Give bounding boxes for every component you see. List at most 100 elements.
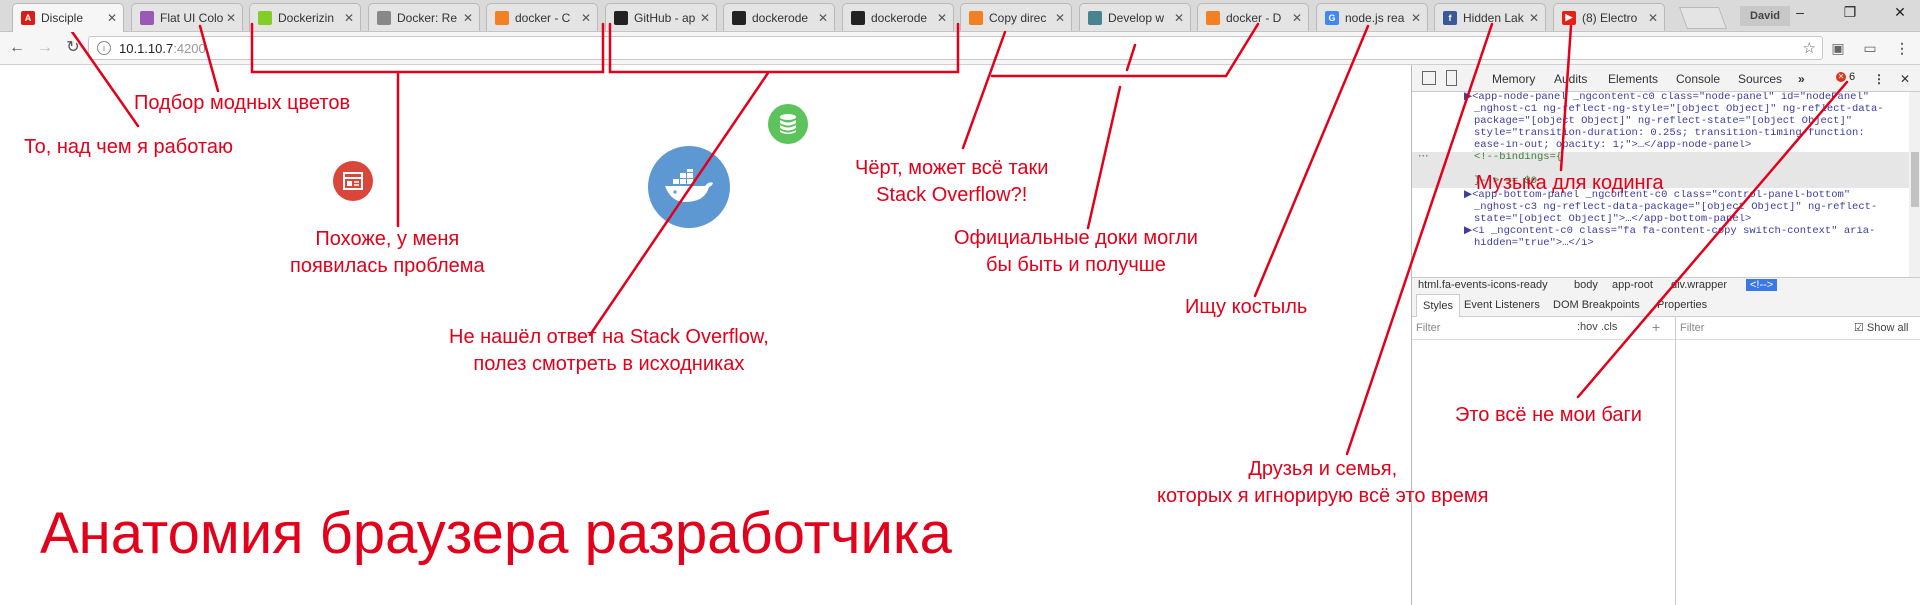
breadcrumb-html[interactable]: html.fa-events-icons-ready xyxy=(1418,279,1548,291)
github-icon xyxy=(851,10,865,25)
app-window-icon[interactable] xyxy=(333,161,373,201)
breadcrumb-app-root[interactable]: app-root xyxy=(1612,279,1653,291)
browser-tab[interactable]: docker - D ✕ xyxy=(1197,3,1309,31)
add-style-rule-icon[interactable]: + xyxy=(1652,319,1660,335)
error-icon: ✕ xyxy=(1836,72,1846,82)
tab-close-icon[interactable]: ✕ xyxy=(461,11,475,25)
hov-cls-toggle[interactable]: :hov .cls xyxy=(1577,321,1617,333)
devtools-more-tabs[interactable]: » xyxy=(1798,72,1805,86)
restore-icon[interactable]: ❐ xyxy=(1835,4,1865,24)
tab-close-icon[interactable]: ✕ xyxy=(1053,11,1067,25)
tab-title: (8) Electro xyxy=(1582,10,1638,25)
tab-close-icon[interactable]: ✕ xyxy=(1290,11,1304,25)
annotation-source-code-text: Не нашёл ответ на Stack Overflow, полез … xyxy=(449,326,769,375)
browser-tab[interactable]: Docker: Re ✕ xyxy=(368,3,480,31)
show-all-checkbox[interactable]: ☑ Show all xyxy=(1854,321,1909,334)
tab-title: Hidden Lak xyxy=(1463,10,1524,25)
devtools-close-icon[interactable]: ✕ xyxy=(1900,72,1910,86)
url-port: :4200 xyxy=(173,40,206,56)
electron-icon xyxy=(1088,10,1102,25)
browser-tab[interactable]: dockerode ✕ xyxy=(723,3,835,31)
database-icon[interactable] xyxy=(768,104,808,144)
styles-tab-event-listeners[interactable]: Event Listeners xyxy=(1464,299,1540,311)
dom-comment: <!--bindings={ xyxy=(1474,152,1563,163)
devtools-tab-sources[interactable]: Sources xyxy=(1738,72,1782,86)
camera-icon[interactable]: ▣ xyxy=(1829,40,1847,56)
tab-close-icon[interactable]: ✕ xyxy=(1172,11,1186,25)
browser-tab[interactable]: Copy direc ✕ xyxy=(960,3,1072,31)
browser-tab[interactable]: Gnode.js rea ✕ xyxy=(1316,3,1428,31)
dom-line[interactable]: ease-in-out; opacity: 1;">…</app-node-pa… xyxy=(1474,140,1914,152)
tab-title: Disciple xyxy=(41,11,84,25)
devtools-tab-console[interactable]: Console xyxy=(1676,72,1720,86)
new-tab-button[interactable] xyxy=(1678,7,1728,29)
profile-button[interactable]: David xyxy=(1740,6,1790,26)
browser-tab[interactable]: dockerode ✕ xyxy=(842,3,954,31)
reload-icon[interactable]: ↻ xyxy=(62,37,84,59)
menu-icon[interactable]: ⋮ xyxy=(1893,40,1911,56)
breadcrumb-div-wrapper[interactable]: div.wrapper xyxy=(1671,279,1727,291)
styles-tab-dom-breakpoints[interactable]: DOM Breakpoints xyxy=(1553,299,1640,311)
tab-close-icon[interactable]: ✕ xyxy=(1527,11,1541,25)
browser-tab[interactable]: docker - C ✕ xyxy=(486,3,598,31)
browser-tab[interactable]: A Disciple ✕ xyxy=(12,3,124,32)
devtools-panel: Memory Audits Elements Console Sources »… xyxy=(1411,65,1920,605)
breadcrumb-current[interactable]: <!--> xyxy=(1746,279,1778,291)
address-bar[interactable]: i 10.1.10.7:4200 ☆ xyxy=(88,36,1823,60)
dom-line[interactable]: state="[object Object]">…</app-bottom-pa… xyxy=(1474,214,1914,226)
tab-close-icon[interactable]: ✕ xyxy=(1646,11,1660,25)
tab-strip: A Disciple ✕ Flat UI Colo ✕ Dockerizin ✕ Docker… xyxy=(0,0,1920,32)
browser-tab[interactable]: GitHub - ap ✕ xyxy=(605,3,717,31)
inspect-element-icon[interactable] xyxy=(1422,71,1436,85)
tab-close-icon[interactable]: ✕ xyxy=(342,11,356,25)
docker-whale-icon[interactable] xyxy=(648,146,730,228)
dom-line[interactable]: hidden="true">…</i> xyxy=(1474,238,1914,250)
styles-tab-styles[interactable]: Styles xyxy=(1416,294,1460,317)
browser-tab[interactable]: Dockerizin ✕ xyxy=(249,3,361,31)
annotation-problem: Похоже, у меня появилась проблема xyxy=(290,226,485,280)
minimize-icon[interactable]: – xyxy=(1785,4,1815,24)
dom-tree-scrollbar[interactable] xyxy=(1909,92,1920,277)
error-count-badge[interactable]: ✕ 6 xyxy=(1836,71,1855,83)
tab-close-icon[interactable]: ✕ xyxy=(579,11,593,25)
dom-line[interactable]: package="[object Object]" ng-reflect-sta… xyxy=(1474,116,1914,128)
close-window-icon[interactable]: ✕ xyxy=(1885,4,1915,24)
browser-tab[interactable]: Develop w ✕ xyxy=(1079,3,1191,31)
styles-filter-input[interactable]: Filter xyxy=(1416,322,1440,334)
info-icon[interactable]: i xyxy=(97,41,111,55)
devtools-menu-icon[interactable]: ⋮ xyxy=(1873,72,1885,86)
page-title: Анатомия браузера разработчика xyxy=(40,501,952,566)
bookmark-star-icon[interactable]: ☆ xyxy=(1803,39,1816,57)
back-icon[interactable]: ← xyxy=(6,37,28,59)
tab-title: Copy direc xyxy=(989,10,1047,25)
device-mode-icon[interactable] xyxy=(1446,70,1457,86)
devtools-tab-audits[interactable]: Audits xyxy=(1554,72,1587,86)
computed-filter-input[interactable]: Filter xyxy=(1680,322,1704,334)
tab-close-icon[interactable]: ✕ xyxy=(224,11,238,25)
stackoverflow-icon xyxy=(495,10,509,25)
dom-line[interactable]: style="transition-duration: 0.25s; trans… xyxy=(1474,128,1914,140)
tab-close-icon[interactable]: ✕ xyxy=(105,11,119,25)
forward-icon[interactable]: → xyxy=(34,37,56,59)
tab-close-icon[interactable]: ✕ xyxy=(935,11,949,25)
breadcrumb-body[interactable]: body xyxy=(1574,279,1598,291)
devtools-tab-elements[interactable]: Elements xyxy=(1608,72,1658,86)
browser-tab[interactable]: ▶ (8) Electro ✕ xyxy=(1553,3,1665,31)
dom-line[interactable]: ▶<app-node-panel _ngcontent-c0 class="no… xyxy=(1464,92,1904,104)
scrollbar-thumb[interactable] xyxy=(1911,152,1919,207)
tab-close-icon[interactable]: ✕ xyxy=(816,11,830,25)
tab-close-icon[interactable]: ✕ xyxy=(1409,11,1423,25)
annotation-docs-text: Официальные доки могли бы быть и получше xyxy=(954,227,1198,276)
tab-close-icon[interactable]: ✕ xyxy=(698,11,712,25)
annotation-friends-text: Друзья и семья, которых я игнорирую всё … xyxy=(1157,458,1489,507)
dom-line[interactable]: _nghost-c1 ng-reflect-ng-style="[object … xyxy=(1474,104,1914,116)
dom-line[interactable]: _nghost-c3 ng-reflect-data-package="[obj… xyxy=(1474,202,1914,214)
dom-ellipsis: ⋯ xyxy=(1418,152,1429,163)
styles-tab-properties[interactable]: Properties xyxy=(1657,299,1707,311)
browser-tab[interactable]: Flat UI Colo ✕ xyxy=(131,3,243,31)
devtools-tab-memory[interactable]: Memory xyxy=(1492,72,1535,86)
styles-splitter[interactable] xyxy=(1675,317,1676,605)
cast-icon[interactable]: ▭ xyxy=(1861,40,1879,56)
browser-tab[interactable]: f Hidden Lak ✕ xyxy=(1434,3,1546,31)
dom-line[interactable]: ▶<i _ngcontent-c0 class="fa fa-content-c… xyxy=(1464,226,1904,238)
